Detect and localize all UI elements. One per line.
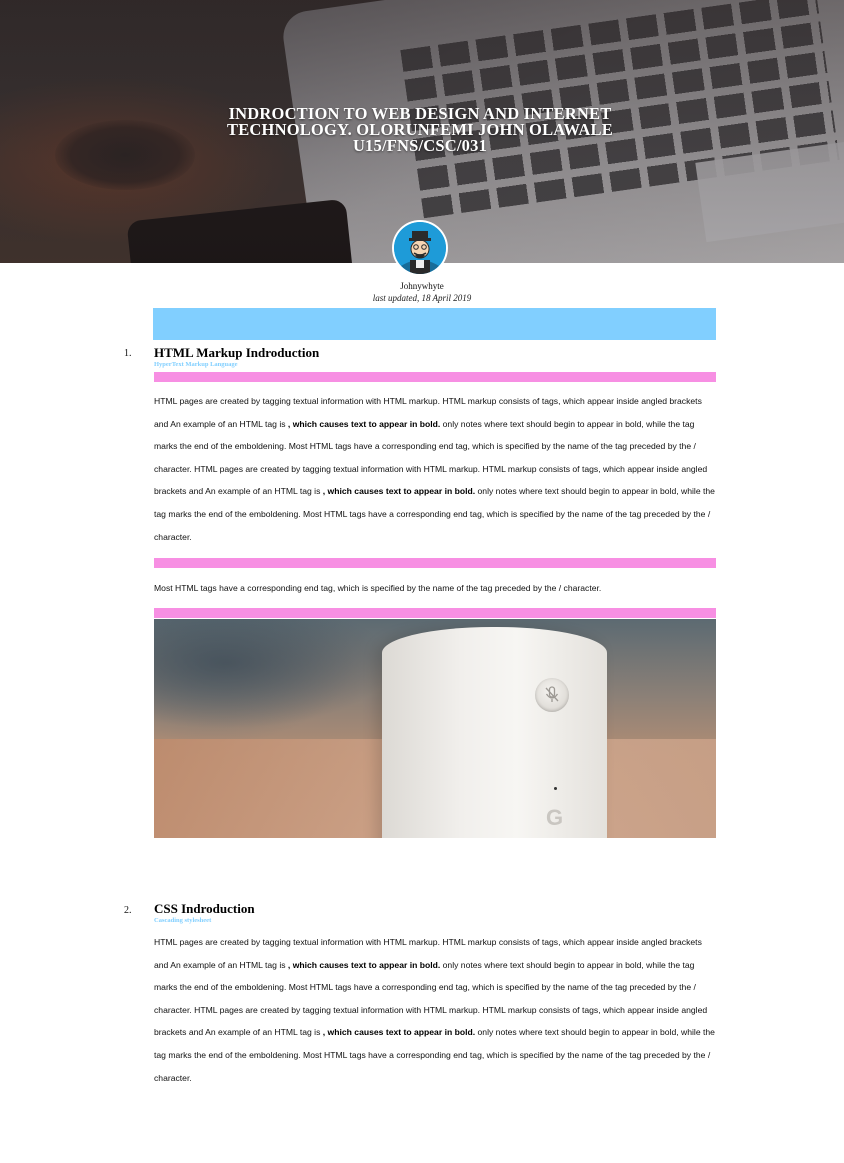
- section-subtitle: HyperText Markup Language: [154, 361, 238, 368]
- paragraph-text: only notes where text should begin to ap…: [154, 418, 708, 497]
- author-name: Johnywhyte: [400, 281, 444, 291]
- avatar: [394, 222, 446, 274]
- cartoon-man-avatar-icon: [394, 222, 446, 274]
- pink-divider-bar: [154, 372, 716, 382]
- blue-divider-bar: [153, 308, 716, 340]
- paragraph-bold: , which causes text to appear in bold.: [322, 486, 476, 497]
- section-subtitle: Cascading stylesheet: [154, 917, 212, 924]
- smart-speaker-photo: G: [154, 619, 716, 838]
- speaker-body: [382, 627, 607, 838]
- paragraph-text: only notes where text should begin to ap…: [154, 959, 708, 1038]
- speaker-led: [554, 787, 557, 790]
- section-title: CSS Indroduction: [154, 901, 255, 916]
- section-note: Most HTML tags have a corresponding end …: [154, 583, 602, 593]
- section-paragraph: HTML pages are created by tagging textua…: [154, 390, 716, 548]
- last-updated: last updated, 18 April 2019: [372, 293, 472, 303]
- mic-button: [535, 678, 569, 712]
- paragraph-bold: , which causes text to appear in bold.: [287, 418, 441, 429]
- brand-logo: G: [546, 805, 564, 830]
- page-title: INDROCTION TO WEB DESIGN AND INTERNET TE…: [160, 105, 680, 155]
- mic-mute-icon: [545, 686, 559, 702]
- paragraph-bold: , which causes text to appear in bold.: [322, 1027, 476, 1038]
- section-number: 1.: [124, 348, 132, 359]
- section-title: HTML Markup Indroduction: [154, 345, 320, 360]
- pink-divider-bar: [154, 608, 716, 618]
- page-title-line3: U15/FNS/CSC/031: [352, 136, 488, 155]
- section-paragraph: HTML pages are created by tagging textua…: [154, 931, 716, 1089]
- paragraph-bold: , which causes text to appear in bold.: [287, 959, 441, 970]
- section-number: 2.: [124, 905, 132, 916]
- pink-divider-bar: [154, 558, 716, 568]
- photo-bg-blur: [154, 619, 394, 729]
